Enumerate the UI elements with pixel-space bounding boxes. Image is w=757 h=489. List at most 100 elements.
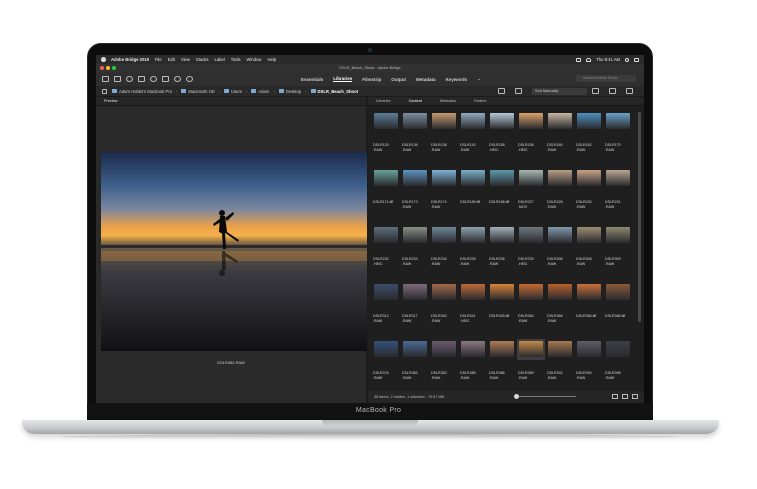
menu-label[interactable]: Label — [215, 57, 225, 62]
back-icon[interactable] — [102, 76, 109, 82]
thumbnail-item[interactable]: DSLR385 .RAW — [460, 339, 489, 396]
search-input[interactable]: Search Adobe Stock — [576, 75, 636, 82]
tab-libraries[interactable]: Libraries — [376, 99, 391, 103]
menubar-clock[interactable]: Thu 9:41 AM — [596, 57, 620, 62]
apple-icon[interactable] — [101, 57, 106, 62]
filter-icon[interactable] — [515, 88, 522, 94]
thumbnail-item[interactable]: DSLR138 .RAW — [431, 111, 460, 168]
workspace-more-chevron-icon[interactable]: ⌄ — [477, 76, 481, 82]
menu-edit[interactable]: Edit — [168, 57, 175, 62]
search-icon[interactable] — [625, 57, 629, 62]
forward-icon[interactable] — [114, 76, 121, 82]
minimize-button[interactable] — [106, 66, 110, 70]
recent-icon[interactable] — [126, 76, 133, 82]
tab-content[interactable]: Content — [409, 99, 422, 103]
tab-metadata[interactable]: Metadata — [440, 99, 456, 103]
workspace-filmstrip[interactable]: Filmstrip — [362, 77, 381, 82]
content-scrollbar[interactable] — [638, 112, 641, 322]
thumbnail-item[interactable]: DSLR171.tiff — [373, 168, 402, 225]
menu-help[interactable]: Help — [267, 57, 276, 62]
maximize-button[interactable] — [112, 66, 116, 70]
thumbnail-item[interactable]: DSLR340 .RAW — [431, 282, 460, 339]
thumbnail-item[interactable]: DSLR394 .RAW — [576, 339, 605, 396]
thumbnail-item[interactable]: DSLR345.tiff — [489, 282, 518, 339]
path-back-icon[interactable] — [102, 88, 107, 94]
thumbnail-item[interactable]: DSLR366 .RAW — [547, 282, 576, 339]
thumbnail-item[interactable]: DSLR239 .HEIC — [518, 225, 547, 282]
new-folder-icon[interactable] — [609, 88, 616, 94]
breadcrumb-computer[interactable]: Adam Hobbs's Macbook Pro › — [112, 89, 177, 94]
thumbnail-item[interactable]: DSLR186.tiff — [489, 168, 518, 225]
thumbnail-item[interactable]: DSLR389 .RAW — [517, 339, 547, 396]
thumbnail-item[interactable]: DSLR366.tiff — [605, 282, 634, 339]
thumbnail-item[interactable]: DSLR136 .RAW — [402, 111, 431, 168]
breadcrumb-macintosh-hd[interactable]: Macintosh HD › — [181, 89, 220, 94]
thumbnail-item[interactable]: DSLR386 .RAW — [489, 339, 518, 396]
rating-filter-icon[interactable] — [498, 88, 505, 94]
thumbnail-item[interactable]: DSLR376 .RAW — [373, 339, 402, 396]
wifi-icon[interactable] — [586, 57, 592, 62]
slider-handle[interactable] — [514, 394, 519, 399]
rotate-right-icon[interactable] — [186, 76, 193, 82]
workspace-metadata[interactable]: Metadata — [416, 77, 436, 82]
tab-preview[interactable]: Preview — [96, 97, 366, 106]
workspace-essentials[interactable]: Essentials — [301, 77, 323, 82]
thumbnail-item[interactable]: DSLR366.tiff — [576, 282, 605, 339]
breadcrumb-adam[interactable]: Adam › — [251, 89, 275, 94]
workspace-libraries[interactable]: Libraries — [333, 76, 353, 82]
details-view-icon[interactable] — [622, 394, 628, 399]
workspace-keywords[interactable]: Keywords — [446, 77, 468, 82]
thumbnail-item[interactable]: DSLR235 .RAW — [460, 225, 489, 282]
menu-list-icon[interactable] — [634, 57, 639, 62]
get-photos-icon[interactable] — [138, 76, 145, 82]
trash-icon[interactable] — [626, 88, 633, 94]
thumbnail-item[interactable]: DSLR341 .HEIC — [460, 282, 489, 339]
menu-file[interactable]: File — [155, 57, 162, 62]
thumbnail-item[interactable]: DSLR306 .RAW — [547, 225, 576, 282]
thumbnail-item[interactable]: DSLR174 .RAW — [431, 168, 460, 225]
menu-window[interactable]: Window — [247, 57, 262, 62]
battery-icon[interactable] — [576, 57, 582, 62]
close-button[interactable] — [100, 66, 104, 70]
sort-direction-icon[interactable] — [592, 88, 599, 94]
thumbnail-item[interactable]: DSLR185.tiff — [460, 168, 489, 225]
thumbnail-item[interactable]: DSLR382 .RAW — [402, 339, 431, 396]
rotate-left-icon[interactable] — [174, 76, 181, 82]
thumbnail-item[interactable]: DSLR158 .HEIC — [489, 111, 518, 168]
list-view-icon[interactable] — [632, 394, 638, 399]
thumbnail-item[interactable]: DSLR120 .RAW — [373, 111, 402, 168]
thumbnail-item[interactable]: DSLR364 .RAW — [518, 282, 547, 339]
thumbnail-item[interactable]: DSLR231 .RAW — [605, 168, 634, 225]
thumbnail-item[interactable]: DSLR160 .RAW — [547, 111, 576, 168]
tab-folders[interactable]: Folders — [474, 99, 487, 103]
thumbnail-item[interactable]: DSLR230 .RAW — [576, 168, 605, 225]
thumbnail-item[interactable]: DSLR309 .RAW — [605, 225, 634, 282]
thumbnail-item[interactable]: DSLR233 .RAW — [402, 225, 431, 282]
thumbnail-item[interactable]: DSLR158 .HEIC — [518, 111, 547, 168]
thumbnail-item[interactable]: DSLR170 .RAW — [605, 111, 634, 168]
breadcrumb-users[interactable]: Users › — [224, 89, 247, 94]
thumbnail-item[interactable]: DSLR392 .RAW — [547, 339, 576, 396]
menu-stacks[interactable]: Stacks — [196, 57, 209, 62]
grid-view-icon[interactable] — [612, 394, 618, 399]
thumbnail-item[interactable]: DSLR308 .RAW — [576, 225, 605, 282]
workspace-output[interactable]: Output — [391, 77, 406, 82]
thumbnail-item[interactable]: DSLR232 .HEIC — [373, 225, 402, 282]
thumbnail-item[interactable]: DSLR142 .RAW — [460, 111, 489, 168]
thumbnail-item[interactable]: DSLR162 .RAW — [576, 111, 605, 168]
menu-view[interactable]: View — [181, 57, 190, 62]
thumbnail-item[interactable]: DSLR317 .RAW — [402, 282, 431, 339]
breadcrumb-dslr-beach-shoot[interactable]: DSLR_Beach_Shoot — [310, 89, 358, 94]
thumbnail-item[interactable]: DSLR228 .RAW — [547, 168, 576, 225]
thumbnail-size-slider[interactable] — [516, 396, 576, 397]
menu-tools[interactable]: Tools — [231, 57, 241, 62]
sort-dropdown[interactable]: Sort Manually — [532, 87, 587, 95]
breadcrumb-desktop[interactable]: Desktop › — [278, 89, 307, 94]
open-camera-raw-icon[interactable] — [162, 76, 169, 82]
thumbnail-item[interactable]: DSLR312 .RAW — [373, 282, 402, 339]
menubar-app-name[interactable]: Adobe Bridge 2019 — [111, 57, 149, 62]
thumbnail-item[interactable]: DSLR173 .RAW — [402, 168, 431, 225]
refine-icon[interactable] — [150, 76, 157, 82]
thumbnail-item[interactable]: DSLR234 .RAW — [431, 225, 460, 282]
thumbnail-item[interactable]: DSLR236 .RAW — [489, 225, 518, 282]
